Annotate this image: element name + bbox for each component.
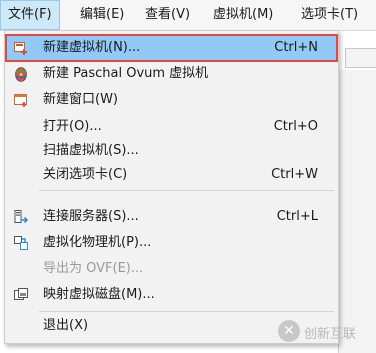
menu-tabs[interactable]: 选项卡(T): [294, 0, 365, 30]
virtualize-physical-icon: [13, 235, 29, 251]
menu-item-new-vm[interactable]: 新建虚拟机(N)... Ctrl+N: [5, 34, 338, 62]
menu-item-shortcut: Ctrl+O: [273, 119, 318, 134]
menu-item-new-window[interactable]: 新建窗口(W): [7, 88, 336, 112]
menu-item-label: 扫描虚拟机(S)...: [43, 143, 139, 158]
file-menu-dropdown: 新建虚拟机(N)... Ctrl+N 新建 Paschal Ovum 虚拟机 新…: [4, 30, 339, 344]
background-tab[interactable]: [345, 48, 376, 68]
menu-edit[interactable]: 编辑(E): [73, 0, 131, 30]
new-window-icon: [13, 92, 29, 108]
menu-view[interactable]: 查看(V): [138, 0, 197, 30]
menu-item-export-ovf[interactable]: 导出为 OVF(E)...: [7, 257, 336, 281]
menu-vm[interactable]: 虚拟机(M): [206, 0, 280, 30]
menu-item-close-tab[interactable]: 关闭选项卡(C) Ctrl+W: [7, 163, 336, 187]
menu-separator: [39, 190, 334, 191]
watermark-logo: ✕ 创新互联: [278, 316, 376, 350]
watermark-text: 创新互联: [304, 327, 357, 342]
menu-separator: [39, 311, 334, 312]
menu-item-shortcut: Ctrl+W: [271, 167, 318, 182]
menu-file[interactable]: 文件(F): [0, 0, 60, 30]
menu-item-open[interactable]: 打开(O)... Ctrl+O: [7, 115, 336, 139]
menu-item-label: 新建 Paschal Ovum 虚拟机: [43, 66, 209, 81]
menu-item-connect-server[interactable]: 连接服务器(S)... Ctrl+L: [7, 205, 336, 229]
menu-item-scan-vm[interactable]: 扫描虚拟机(S)...: [7, 139, 336, 163]
connect-server-icon: [13, 209, 29, 225]
menu-item-label: 新建窗口(W): [43, 92, 118, 107]
menu-item-label: 打开(O)...: [43, 119, 102, 134]
menu-item-label: 退出(X): [43, 318, 89, 333]
menu-item-new-paschal-ovum[interactable]: 新建 Paschal Ovum 虚拟机: [7, 62, 336, 86]
new-vm-icon: [13, 40, 29, 56]
paschal-ovum-egg-icon: [13, 66, 29, 82]
menu-item-shortcut: Ctrl+N: [274, 40, 318, 55]
menu-item-virtualize-physical[interactable]: 虚拟化物理机(P)...: [7, 231, 336, 255]
menu-item-map-virtual-disk[interactable]: 映射虚拟磁盘(M)...: [7, 283, 336, 307]
background-panel: [339, 70, 376, 353]
menu-item-label: 连接服务器(S)...: [43, 209, 139, 224]
menu-item-label: 关闭选项卡(C): [43, 167, 128, 182]
watermark-mark-icon: ✕: [278, 320, 300, 342]
map-disk-icon: [13, 287, 29, 303]
menu-item-label: 导出为 OVF(E)...: [43, 261, 144, 276]
menu-item-label: 虚拟化物理机(P)...: [43, 235, 152, 250]
menu-bar: 文件(F) 编辑(E) 查看(V) 虚拟机(M) 选项卡(T): [0, 0, 376, 31]
menu-item-label: 映射虚拟磁盘(M)...: [43, 287, 155, 302]
menu-item-label: 新建虚拟机(N)...: [43, 40, 141, 55]
menu-item-shortcut: Ctrl+L: [276, 209, 318, 224]
